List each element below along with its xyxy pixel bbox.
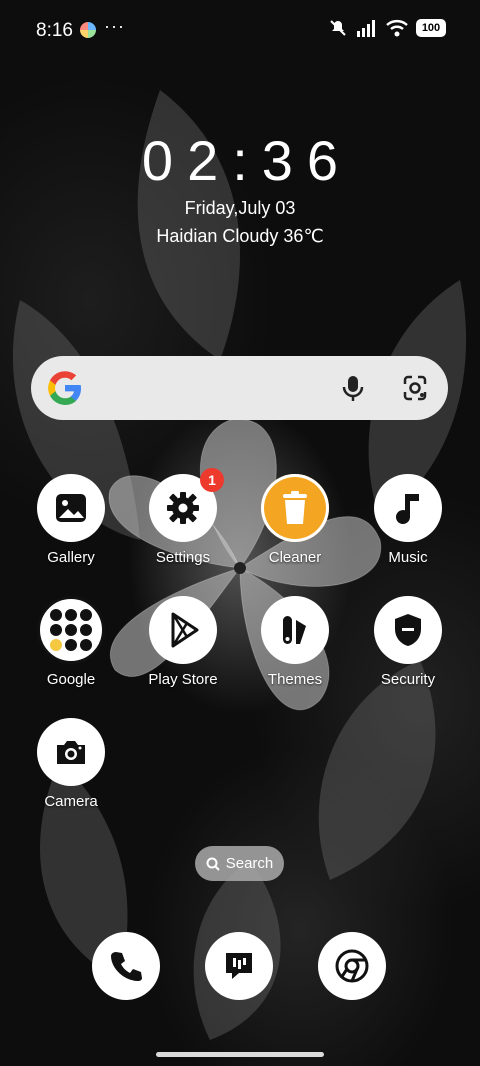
- app-label: Gallery: [47, 549, 95, 566]
- mic-icon[interactable]: [335, 370, 371, 406]
- status-bar: 8:16 ··· 100: [0, 0, 480, 60]
- app-cleaner[interactable]: Cleaner: [240, 474, 350, 584]
- app-label: Cleaner: [268, 549, 322, 566]
- messages-icon: [226, 953, 252, 979]
- search-pill-label: Search: [225, 855, 274, 872]
- weather-text[interactable]: Haidian Cloudy 36℃: [0, 226, 480, 247]
- google-search-widget[interactable]: [31, 356, 448, 420]
- dock-messages[interactable]: [205, 932, 273, 1000]
- app-label: Settings: [155, 549, 211, 566]
- app-play-store[interactable]: Play Store: [128, 596, 238, 706]
- dock-phone[interactable]: [92, 932, 160, 1000]
- app-themes[interactable]: Themes: [240, 596, 350, 706]
- camera-icon: [37, 718, 105, 786]
- app-label: Music: [388, 549, 428, 566]
- gallery-icon: [37, 474, 105, 542]
- app-google-folder[interactable]: Google: [16, 596, 126, 706]
- app-label: Camera: [44, 793, 98, 810]
- clock-time[interactable]: 02:36: [0, 128, 480, 193]
- play-store-icon: [149, 596, 217, 664]
- more-notifications-icon: ···: [104, 16, 125, 36]
- battery-indicator: 100: [416, 19, 446, 37]
- app-label: Google: [46, 671, 96, 688]
- mute-icon: [330, 20, 346, 36]
- google-logo-icon: [48, 371, 81, 405]
- app-settings[interactable]: 1 Settings: [128, 468, 238, 584]
- app-security[interactable]: Security: [353, 596, 463, 706]
- dock-chrome[interactable]: [318, 932, 386, 1000]
- app-search-button[interactable]: Search: [195, 846, 284, 881]
- chrome-icon: [335, 949, 369, 983]
- app-label: Themes: [267, 671, 323, 688]
- google-folder-icon: [37, 596, 105, 664]
- search-icon: [206, 857, 220, 871]
- notification-app-icon: [80, 22, 96, 38]
- lens-icon[interactable]: [397, 370, 433, 406]
- music-note-icon: [374, 474, 442, 542]
- signal-icon: [357, 20, 375, 37]
- themes-icon: [261, 596, 329, 664]
- phone-icon: [111, 952, 142, 981]
- status-icons: 100: [328, 18, 446, 38]
- clock-date: Friday,July 03: [184, 198, 296, 218]
- app-gallery[interactable]: Gallery: [16, 474, 126, 584]
- trash-icon: [261, 474, 329, 542]
- status-time: 8:16: [36, 20, 73, 41]
- wifi-icon: [386, 20, 408, 37]
- app-label: Security: [380, 671, 436, 688]
- app-label: Play Store: [148, 671, 218, 688]
- app-camera[interactable]: Camera: [16, 718, 126, 828]
- shield-icon: [374, 596, 442, 664]
- gesture-nav-handle[interactable]: [156, 1052, 324, 1057]
- notification-badge: 1: [200, 468, 224, 492]
- app-music[interactable]: Music: [353, 474, 463, 584]
